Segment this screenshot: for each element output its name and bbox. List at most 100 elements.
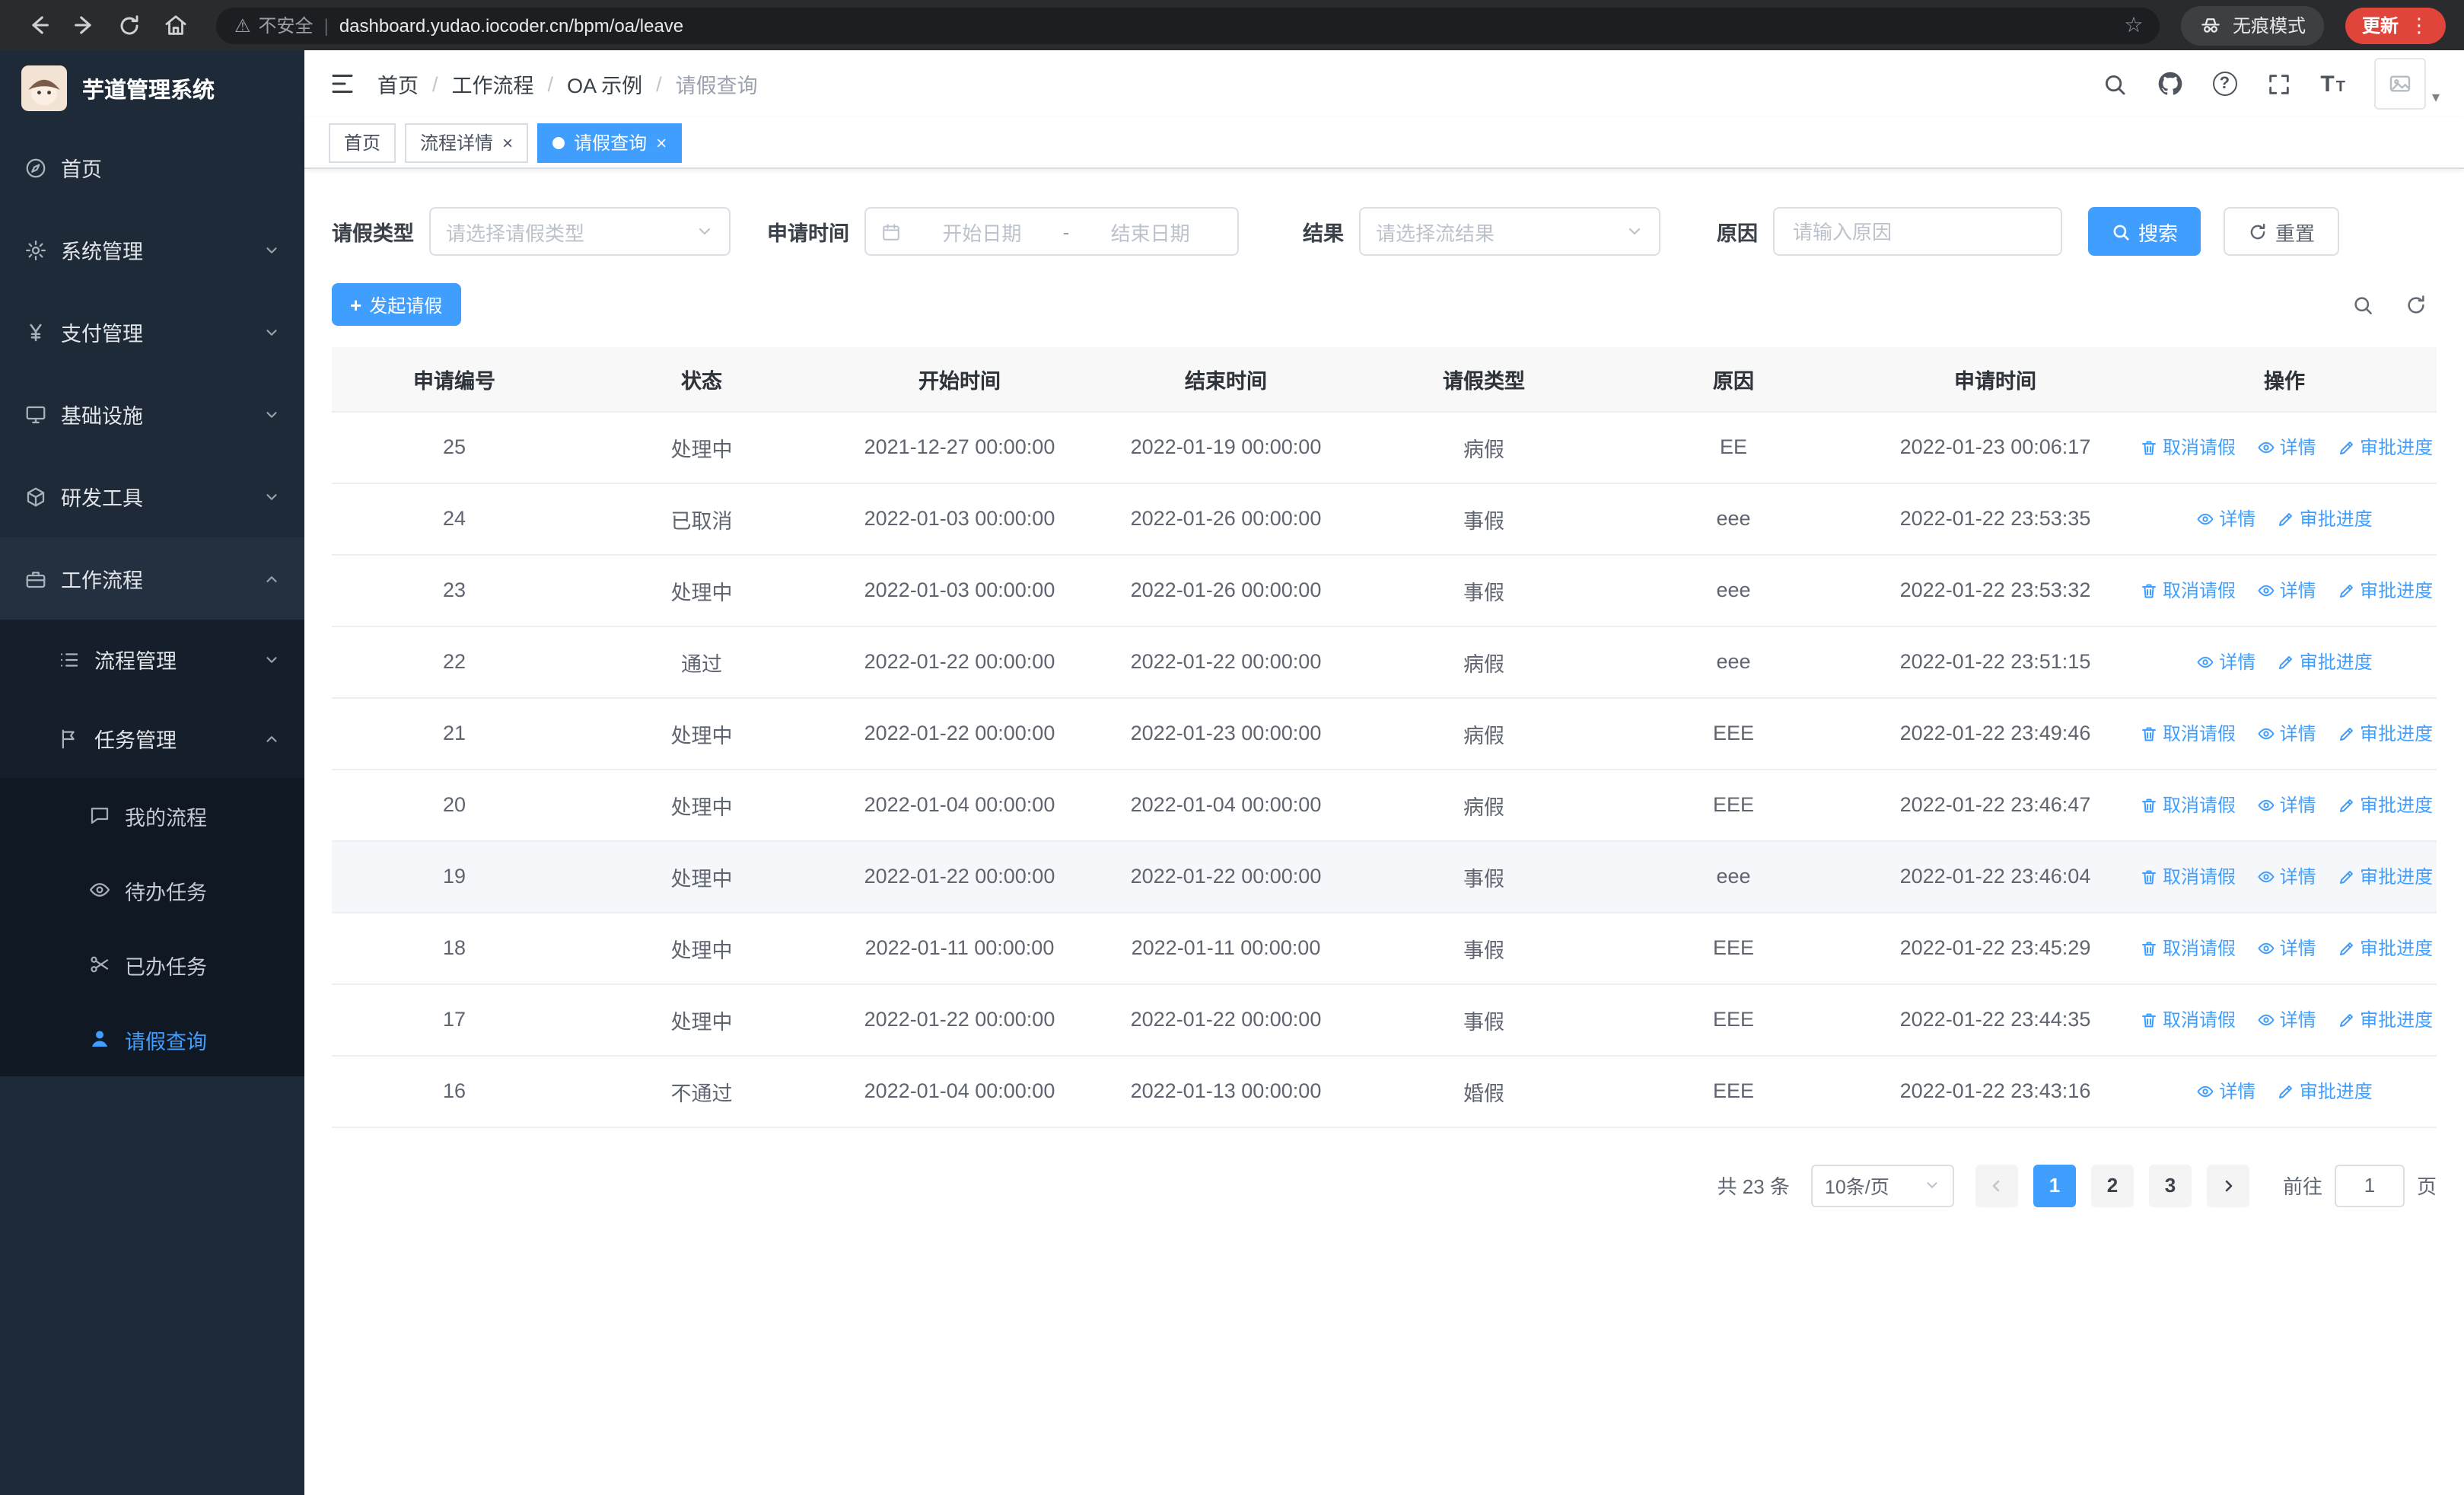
sidebar-item-leave-query[interactable]: 请假查询 [0, 1002, 304, 1076]
breadcrumb-item[interactable]: 请假查询 [676, 69, 758, 99]
breadcrumb-item[interactable]: 首页 [377, 69, 419, 99]
sidebar-item-devtools[interactable]: 研发工具 [0, 455, 304, 537]
approval-progress-link[interactable]: 审批进度 [2337, 935, 2433, 961]
reason-input[interactable] [1773, 207, 2062, 256]
approval-progress-link[interactable]: 审批进度 [2277, 505, 2373, 531]
sidebar-item-infrastructure[interactable]: 基础设施 [0, 373, 304, 455]
sidebar-item-payment[interactable]: 支付管理 [0, 291, 304, 373]
logo-image [21, 65, 67, 111]
cancel-leave-link[interactable]: 取消请假 [2140, 792, 2236, 818]
cell-status: 处理中 [577, 554, 826, 626]
refresh-table-icon[interactable] [2405, 293, 2427, 316]
leave-type-select[interactable]: 请选择请假类型 [429, 207, 731, 256]
detail-link[interactable]: 详情 [2257, 792, 2316, 818]
cell-operations: 取消请假 详情 审批进度 [2132, 840, 2437, 913]
browser-update-button[interactable]: 更新 ⋮ [2345, 7, 2446, 43]
create-leave-button[interactable]: + 发起请假 [332, 283, 461, 326]
cell-start-time: 2022-01-22 00:00:00 [826, 697, 1093, 770]
reset-button[interactable]: 重置 [2224, 207, 2340, 256]
edit-icon [2339, 799, 2353, 811]
approval-progress-link[interactable]: 审批进度 [2337, 434, 2433, 460]
detail-link[interactable]: 详情 [2257, 935, 2316, 961]
cancel-leave-link[interactable]: 取消请假 [2140, 935, 2236, 961]
goto-page-input[interactable] [2334, 1164, 2405, 1207]
approval-progress-link[interactable]: 审批进度 [2337, 720, 2433, 746]
detail-link[interactable]: 详情 [2257, 434, 2316, 460]
reload-icon[interactable] [110, 5, 149, 45]
address-bar[interactable]: ⚠ 不安全 | dashboard.yudao.iocoder.cn/bpm/o… [216, 7, 2160, 43]
cell-apply-id: 17 [332, 983, 577, 1056]
trash-icon [2142, 869, 2156, 884]
cancel-leave-link[interactable]: 取消请假 [2140, 1006, 2236, 1032]
sidebar-item-done-tasks[interactable]: 已办任务 [0, 927, 304, 1002]
approval-progress-link[interactable]: 审批进度 [2337, 577, 2433, 603]
approval-progress-link[interactable]: 审批进度 [2337, 863, 2433, 889]
prev-page-button[interactable] [1975, 1164, 2018, 1207]
help-icon[interactable]: ? [2212, 72, 2237, 96]
forward-icon[interactable] [64, 5, 103, 45]
sidebar-item-my-processes[interactable]: 我的流程 [0, 778, 304, 853]
next-page-button[interactable] [2206, 1164, 2249, 1207]
font-size-icon[interactable]: T T [2320, 72, 2345, 95]
bookmark-star-icon[interactable]: ☆ [2117, 12, 2150, 38]
breadcrumb-item[interactable]: 工作流程 [452, 69, 534, 99]
page-number-button[interactable]: 1 [2033, 1164, 2076, 1207]
page-number-button[interactable]: 3 [2148, 1164, 2192, 1207]
close-icon[interactable]: × [502, 133, 513, 151]
detail-link[interactable]: 详情 [2257, 863, 2316, 889]
page-number-button[interactable]: 2 [2090, 1164, 2134, 1207]
detail-link[interactable]: 详情 [2257, 1006, 2316, 1032]
security-status[interactable]: ⚠ 不安全 [234, 12, 314, 38]
cell-leave-type: 病假 [1359, 411, 1609, 483]
search-button[interactable]: 搜索 [2088, 207, 2201, 256]
table-row: 25 处理中 2021-12-27 00:00:00 2022-01-19 00… [332, 411, 2437, 483]
cell-status: 处理中 [577, 983, 826, 1056]
detail-link[interactable]: 详情 [2196, 1078, 2255, 1104]
detail-link[interactable]: 详情 [2257, 720, 2316, 746]
sidebar-toggle-icon[interactable] [329, 70, 356, 97]
close-icon[interactable]: × [656, 133, 667, 151]
apply-time-range-picker[interactable]: 开始日期 - 结束日期 [864, 207, 1239, 256]
sidebar-item-process-mgmt[interactable]: 流程管理 [0, 620, 304, 699]
user-menu[interactable]: ▾ [2373, 58, 2440, 110]
sidebar-item-workflow[interactable]: 工作流程 [0, 537, 304, 620]
detail-link[interactable]: 详情 [2196, 649, 2255, 674]
tab[interactable]: 流程详情 × [405, 123, 529, 162]
approval-progress-link[interactable]: 审批进度 [2337, 792, 2433, 818]
cell-status: 处理中 [577, 912, 826, 984]
tab-label: 流程详情 [420, 132, 494, 154]
cancel-leave-link[interactable]: 取消请假 [2140, 434, 2236, 460]
cell-apply-id: 23 [332, 554, 577, 626]
back-icon[interactable] [18, 5, 58, 45]
approval-progress-link[interactable]: 审批进度 [2277, 1078, 2373, 1104]
page-size-select[interactable]: 10条/页 [1810, 1164, 1954, 1207]
approval-progress-link[interactable]: 审批进度 [2277, 649, 2373, 674]
search-icon[interactable] [2101, 71, 2127, 97]
tab[interactable]: 首页 × [329, 123, 396, 162]
app-logo[interactable]: 芋道管理系统 [0, 50, 304, 126]
sidebar-item-todo-tasks[interactable]: 待办任务 [0, 853, 304, 927]
toggle-search-icon[interactable] [2351, 293, 2374, 316]
cancel-leave-link[interactable]: 取消请假 [2140, 720, 2236, 746]
result-select[interactable]: 请选择流结果 [1359, 207, 1660, 256]
sidebar-item-home[interactable]: 首页 [0, 126, 304, 209]
home-icon[interactable] [155, 5, 195, 45]
cancel-leave-link[interactable]: 取消请假 [2140, 863, 2236, 889]
detail-link[interactable]: 详情 [2196, 505, 2255, 531]
edit-icon [2339, 942, 2353, 955]
trash-icon [2142, 1012, 2156, 1027]
github-icon[interactable] [2156, 70, 2183, 97]
sidebar-item-system[interactable]: 系统管理 [0, 209, 304, 291]
detail-link[interactable]: 详情 [2257, 577, 2316, 603]
tab[interactable]: 请假查询 × [537, 123, 683, 162]
chevron-down-icon [266, 329, 277, 335]
approval-progress-link[interactable]: 审批进度 [2337, 1006, 2433, 1032]
refresh-icon [2250, 222, 2265, 239]
avatar[interactable] [2373, 58, 2426, 110]
fullscreen-icon[interactable] [2265, 71, 2291, 97]
calendar-icon [883, 223, 899, 240]
breadcrumb-item[interactable]: OA 示例 [567, 69, 642, 99]
sidebar-item-task-mgmt[interactable]: 任务管理 [0, 699, 304, 778]
browser-menu-icon[interactable]: ⋮ [2409, 13, 2429, 37]
cancel-leave-link[interactable]: 取消请假 [2140, 577, 2236, 603]
